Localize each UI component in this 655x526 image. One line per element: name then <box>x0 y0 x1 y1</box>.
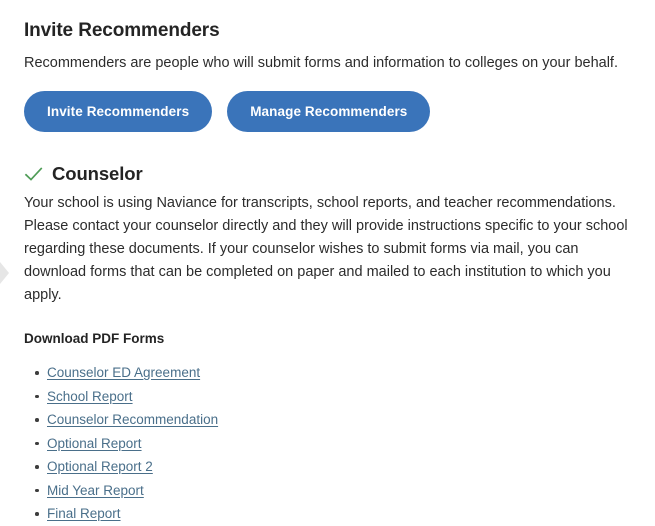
counselor-header: Counselor <box>24 163 632 185</box>
list-item: School Report <box>24 385 632 409</box>
form-link-optional-report[interactable]: Optional Report <box>47 436 142 451</box>
download-pdf-forms-heading: Download PDF Forms <box>24 331 165 346</box>
list-item: Optional Report <box>24 432 632 456</box>
download-forms-list: Counselor ED Agreement School Report Cou… <box>24 348 632 526</box>
form-link-school-report[interactable]: School Report <box>47 389 133 404</box>
form-link-mid-year-report[interactable]: Mid Year Report <box>47 483 144 498</box>
form-link-counselor-ed-agreement[interactable]: Counselor ED Agreement <box>47 365 200 380</box>
counselor-description: Your school is using Naviance for transc… <box>24 195 628 303</box>
check-icon <box>24 165 43 184</box>
form-link-counselor-recommendation[interactable]: Counselor Recommendation <box>47 412 218 427</box>
bullet-icon <box>35 371 39 375</box>
bullet-icon <box>35 488 39 492</box>
manage-recommenders-button[interactable]: Manage Recommenders <box>227 91 431 132</box>
form-link-final-report[interactable]: Final Report <box>47 506 121 521</box>
list-item: Final Report <box>24 502 632 526</box>
form-link-optional-report-2[interactable]: Optional Report 2 <box>47 459 153 474</box>
page-subtitle: Recommenders are people who will submit … <box>24 55 618 71</box>
bullet-icon <box>35 418 39 422</box>
chevron-right-icon <box>0 262 9 284</box>
list-item: Counselor ED Agreement <box>24 361 632 385</box>
page-title: Invite Recommenders <box>24 20 220 41</box>
bullet-icon <box>35 465 39 469</box>
bullet-icon <box>35 394 39 398</box>
bullet-icon <box>35 512 39 516</box>
panel-expand-chevron[interactable] <box>0 258 11 288</box>
action-button-row: Invite Recommenders Manage Recommenders <box>24 91 632 132</box>
list-item: Counselor Recommendation <box>24 408 632 432</box>
invite-recommenders-page: Invite Recommenders Recommenders are peo… <box>0 0 655 521</box>
list-item: Mid Year Report <box>24 479 632 503</box>
counselor-title: Counselor <box>52 163 143 184</box>
bullet-icon <box>35 441 39 445</box>
invite-recommenders-button[interactable]: Invite Recommenders <box>24 91 213 132</box>
list-item: Optional Report 2 <box>24 455 632 479</box>
page-content: Invite Recommenders Recommenders are peo… <box>24 0 632 526</box>
